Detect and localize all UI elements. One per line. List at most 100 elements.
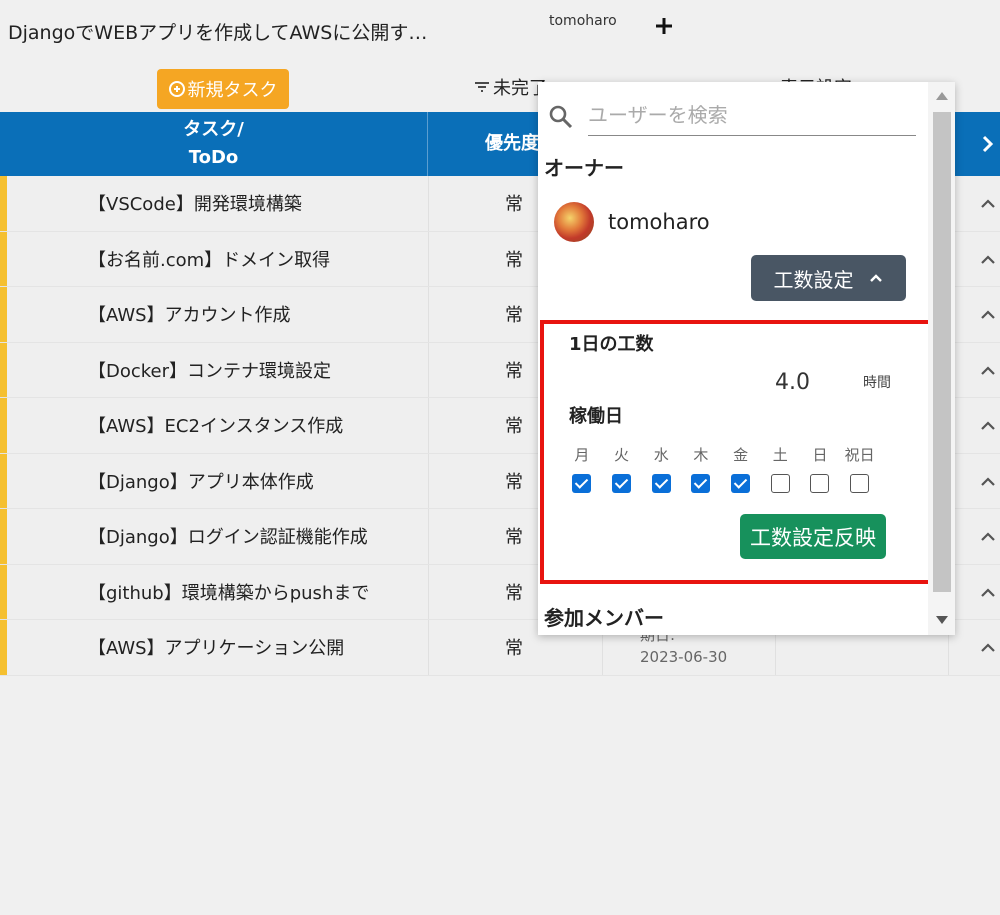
row-accent [0,453,7,508]
row-accent [0,287,7,342]
day-name: 祝日 [844,446,875,464]
divider [428,231,429,286]
task-name[interactable]: 【Django】ログイン認証機能作成 [88,509,368,564]
divider [428,453,429,508]
checkbox-mon[interactable] [572,474,592,493]
header: DjangoでWEBアプリを作成してAWSに公開す… tomoharo [0,0,1000,62]
user-tab[interactable]: tomoharo [549,13,617,29]
search-icon [549,105,573,129]
row-accent [0,176,7,231]
task-name[interactable]: 【AWS】アカウント作成 [88,287,291,342]
task-name[interactable]: 【VSCode】開発環境構築 [88,176,302,231]
checkbox-wed[interactable] [651,474,671,493]
day-mon: 月 [562,444,602,493]
chevron-up-icon[interactable] [978,416,998,436]
user-search-input[interactable] [588,94,916,136]
row-accent [0,342,7,397]
task-priority: 常 [505,527,523,549]
chevron-up-icon[interactable] [978,194,998,214]
effort-setting-label: 工数設定 [773,267,854,292]
due-date: 2023-06-30 [640,648,728,666]
task-name[interactable]: 【Django】アプリ本体作成 [88,454,314,509]
checkbox-tue[interactable] [612,474,632,493]
task-priority: 常 [505,249,523,271]
chevron-right-icon[interactable] [976,132,1000,156]
task-priority: 常 [505,360,523,382]
day-name: 月 [574,446,590,464]
task-name[interactable]: 【お名前.com】ドメイン取得 [88,232,330,287]
day-name: 土 [772,446,788,464]
task-name[interactable]: 【AWS】アプリケーション公開 [88,620,344,675]
owner-name: tomoharo [608,210,710,234]
divider [428,342,429,397]
day-holiday: 祝日 [840,444,880,493]
checkbox-sun[interactable] [810,474,830,493]
task-priority: 常 [505,471,523,493]
new-task-label: 新規タスク [187,80,278,101]
row-accent [0,620,7,675]
task-name[interactable]: 【Docker】コンテナ環境設定 [88,343,331,398]
task-priority: 常 [505,194,523,216]
row-accent [0,398,7,453]
filter-icon [475,82,489,92]
task-priority: 常 [505,582,523,604]
day-fri: 金 [721,444,761,493]
workday-checkboxes: 月 火 水 木 金 土 日 祝日 [562,444,880,493]
day-name: 火 [614,446,630,464]
day-sat: 土 [760,444,800,493]
divider [428,176,429,231]
row-accent [0,509,7,564]
effort-settings-box: 1日の工数 時間 稼働日 月 火 水 木 金 [540,320,951,584]
filter-button[interactable]: 未完了 [474,74,547,100]
divider [428,564,429,619]
daily-hours-input[interactable] [700,364,810,400]
plus-icon[interactable] [651,13,677,39]
chevron-up-icon[interactable] [978,472,998,492]
checkbox-sat[interactable] [770,474,790,493]
day-name: 木 [693,446,709,464]
row-accent [0,231,7,286]
day-wed: 水 [641,444,681,493]
avatar [554,202,594,242]
workdays-label: 稼働日 [569,406,623,427]
scroll-up-arrow-icon[interactable] [936,92,948,100]
scrollbar[interactable] [928,82,955,635]
task-header-line1: タスク/ [183,119,244,140]
scroll-thumb[interactable] [933,112,951,592]
day-name: 水 [653,446,669,464]
day-sun: 日 [800,444,840,493]
effort-setting-button[interactable]: 工数設定 [751,255,906,301]
chevron-up-icon[interactable] [978,583,998,603]
owner-label: オーナー [544,156,624,180]
checkbox-thu[interactable] [691,474,711,493]
chevron-up-icon[interactable] [978,305,998,325]
chevron-up-icon [869,274,882,282]
divider [428,398,429,453]
row-accent [0,564,7,619]
plus-circle-icon [168,81,185,97]
task-priority: 常 [505,416,523,438]
chevron-up-icon[interactable] [978,250,998,270]
new-task-button[interactable]: 新規タスク [157,69,289,109]
checkbox-fri[interactable] [731,474,751,493]
divider [428,620,429,675]
task-name[interactable]: 【AWS】EC2インスタンス作成 [88,398,343,453]
project-title[interactable]: DjangoでWEBアプリを作成してAWSに公開す… [8,18,427,45]
day-thu: 木 [681,444,721,493]
task-priority: 常 [505,638,523,660]
chevron-up-icon[interactable] [978,527,998,547]
task-header-line2: ToDo [188,147,239,168]
daily-effort-label: 1日の工数 [569,334,654,355]
divider [428,509,429,564]
scroll-down-arrow-icon[interactable] [936,616,948,624]
task-name[interactable]: 【github】環境構築からpushまで [88,565,369,620]
column-header-task[interactable]: タスク/ ToDo [0,112,428,176]
chevron-up-icon[interactable] [978,638,998,658]
member-panel: オーナー tomoharo 工数設定 1日の工数 時間 稼働日 月 火 水 木 [538,82,955,635]
chevron-up-icon[interactable] [978,361,998,381]
task-priority: 常 [505,305,523,327]
apply-effort-button[interactable]: 工数設定反映 [740,514,886,559]
members-label: 参加メンバー [544,606,664,630]
checkbox-holiday[interactable] [850,474,870,493]
divider [428,287,429,342]
